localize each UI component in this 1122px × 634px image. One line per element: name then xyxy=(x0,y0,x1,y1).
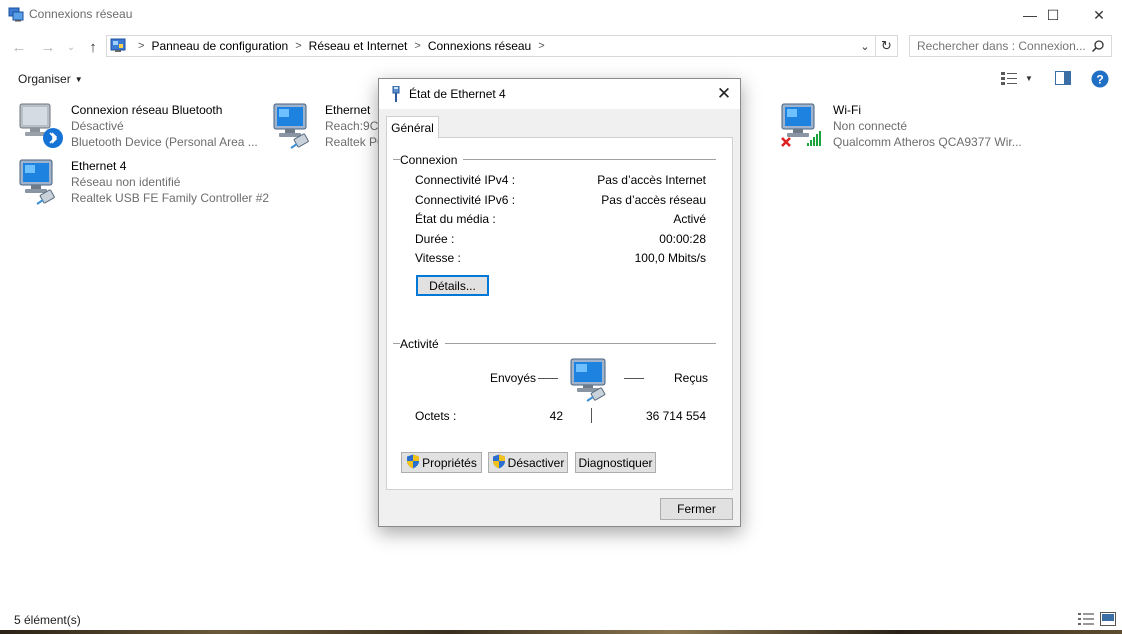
breadcrumb: > Panneau de configuration > Réseau et I… xyxy=(131,39,552,53)
back-icon[interactable]: ← xyxy=(10,38,28,56)
list-item[interactable]: Ethernet 4 Réseau non identifié Realtek … xyxy=(17,158,277,208)
tab-general[interactable]: Général xyxy=(386,116,439,138)
uac-shield-icon xyxy=(406,454,420,472)
network-activity-icon xyxy=(570,358,612,405)
speed-label: Vitesse : xyxy=(415,251,461,265)
title-bar: Connexions réseau — ☐ ✕ xyxy=(0,0,1122,30)
bytes-label: Octets : xyxy=(415,409,457,423)
breadcrumb-separator[interactable]: > xyxy=(538,40,544,52)
details-view-icon[interactable] xyxy=(1078,612,1094,629)
activity-group-label: Activité xyxy=(400,337,445,351)
details-button[interactable]: Détails... xyxy=(416,275,489,296)
disable-label: Désactiver xyxy=(507,455,565,470)
ethernet-cable-icon xyxy=(390,85,402,105)
bluetooth-network-icon xyxy=(17,102,65,150)
list-item[interactable]: Connexion réseau Bluetooth Désactivé Blu… xyxy=(17,102,277,152)
general-tab-panel: Connexion Connectivité IPv4 : Pas d’accè… xyxy=(386,137,733,490)
received-line xyxy=(624,378,644,379)
close-dialog-button[interactable]: Fermer xyxy=(660,498,733,520)
window-title: Connexions réseau xyxy=(29,7,133,21)
uac-shield-icon xyxy=(492,454,506,472)
dialog-title: État de Ethernet 4 xyxy=(409,87,506,101)
media-state-value: Activé xyxy=(673,212,706,226)
ipv4-label: Connectivité IPv4 : xyxy=(415,173,516,187)
breadcrumb-separator[interactable]: > xyxy=(295,40,301,52)
search-input[interactable] xyxy=(910,36,1085,56)
ethernet-network-icon xyxy=(17,158,65,206)
help-icon[interactable]: ? xyxy=(1091,70,1109,91)
duration-value: 00:00:28 xyxy=(659,232,706,246)
organiser-menu[interactable]: Organiser ▼ xyxy=(18,72,83,86)
caret-down-icon: ▼ xyxy=(74,75,83,85)
received-label: Reçus xyxy=(674,371,709,385)
refresh-button[interactable]: ↻ xyxy=(876,35,898,57)
connection-device: Realtek USB FE Family Controller #2 xyxy=(71,191,270,205)
chevron-down-icon[interactable]: ⌄ xyxy=(857,38,873,54)
ipv6-value: Pas d’accès réseau xyxy=(601,193,706,207)
breadcrumb-separator[interactable]: > xyxy=(414,40,420,52)
ethernet-status-dialog: État de Ethernet 4 ✕ Général Connexion C… xyxy=(378,78,741,527)
breadcrumb-network-connections[interactable]: Connexions réseau xyxy=(428,39,531,53)
connection-status: Réseau non identifié xyxy=(71,175,181,189)
view-options-icon[interactable] xyxy=(1001,71,1017,88)
connection-status: Reach:9C: xyxy=(325,119,381,133)
close-icon[interactable]: ✕ xyxy=(708,79,740,109)
media-state-label: État du média : xyxy=(415,212,496,226)
dialog-title-bar: État de Ethernet 4 ✕ xyxy=(379,79,740,109)
ipv4-value: Pas d’accès Internet xyxy=(597,173,706,187)
ethernet-network-icon xyxy=(271,102,319,150)
breadcrumb-control-panel[interactable]: Panneau de configuration xyxy=(151,39,288,53)
connection-name: Ethernet xyxy=(325,103,371,117)
breadcrumb-separator: > xyxy=(138,40,145,52)
status-bar: 5 élément(s) xyxy=(0,608,1122,630)
close-window-button[interactable]: ✕ xyxy=(1076,0,1122,30)
connection-device: Bluetooth Device (Personal Area ... xyxy=(71,135,258,149)
diagnose-button[interactable]: Diagnostiquer xyxy=(575,452,656,473)
connection-name: Ethernet 4 xyxy=(71,159,127,173)
bytes-received-value: 36 714 554 xyxy=(645,409,706,423)
network-connections-icon xyxy=(8,6,24,22)
search-box[interactable] xyxy=(909,35,1112,57)
connection-group-label: Connexion xyxy=(400,153,464,167)
connection-name: Connexion réseau Bluetooth xyxy=(71,103,223,117)
address-bar[interactable]: > Panneau de configuration > Réseau et I… xyxy=(106,35,876,57)
list-item[interactable]: Wi-Fi Non connecté Qualcomm Atheros QCA9… xyxy=(779,102,1039,152)
connection-status: Non connecté xyxy=(833,119,908,133)
up-icon[interactable]: ↑ xyxy=(84,38,102,56)
taskbar-edge xyxy=(0,630,1122,634)
breadcrumb-network-internet[interactable]: Réseau et Internet xyxy=(309,39,408,53)
disable-button[interactable]: Désactiver xyxy=(488,452,568,473)
recent-locations-icon[interactable]: ⌄ xyxy=(62,38,80,56)
item-count: 5 élément(s) xyxy=(14,613,81,627)
wifi-network-icon xyxy=(779,102,827,150)
ipv6-label: Connectivité IPv6 : xyxy=(415,193,516,207)
view-dropdown-icon[interactable]: ▼ xyxy=(1025,74,1033,83)
forward-icon[interactable]: → xyxy=(39,38,57,56)
connection-status: Désactivé xyxy=(71,119,124,133)
search-icon[interactable] xyxy=(1091,39,1105,56)
speed-value: 100,0 Mbits/s xyxy=(634,251,706,265)
bytes-sent-value: 42 xyxy=(549,409,563,423)
sent-label: Envoyés xyxy=(490,371,537,385)
connection-device: Realtek PC xyxy=(325,135,381,149)
organiser-label: Organiser xyxy=(18,72,71,86)
navigation-bar: ← → ⌄ ↑ > Panneau de configuration > Rés… xyxy=(0,30,1122,64)
sent-line xyxy=(538,378,558,379)
properties-label: Propriétés xyxy=(422,455,477,470)
preview-pane-icon[interactable] xyxy=(1055,71,1071,88)
large-icons-view-icon[interactable] xyxy=(1100,612,1116,629)
connection-name: Wi-Fi xyxy=(833,103,861,117)
duration-label: Durée : xyxy=(415,232,455,246)
bytes-divider xyxy=(591,408,592,423)
control-panel-icon xyxy=(110,38,126,57)
maximize-button[interactable]: ☐ xyxy=(1030,0,1076,30)
properties-button[interactable]: Propriétés xyxy=(401,452,482,473)
svg-text:?: ? xyxy=(1096,73,1103,87)
connection-device: Qualcomm Atheros QCA9377 Wir... xyxy=(833,135,1022,149)
